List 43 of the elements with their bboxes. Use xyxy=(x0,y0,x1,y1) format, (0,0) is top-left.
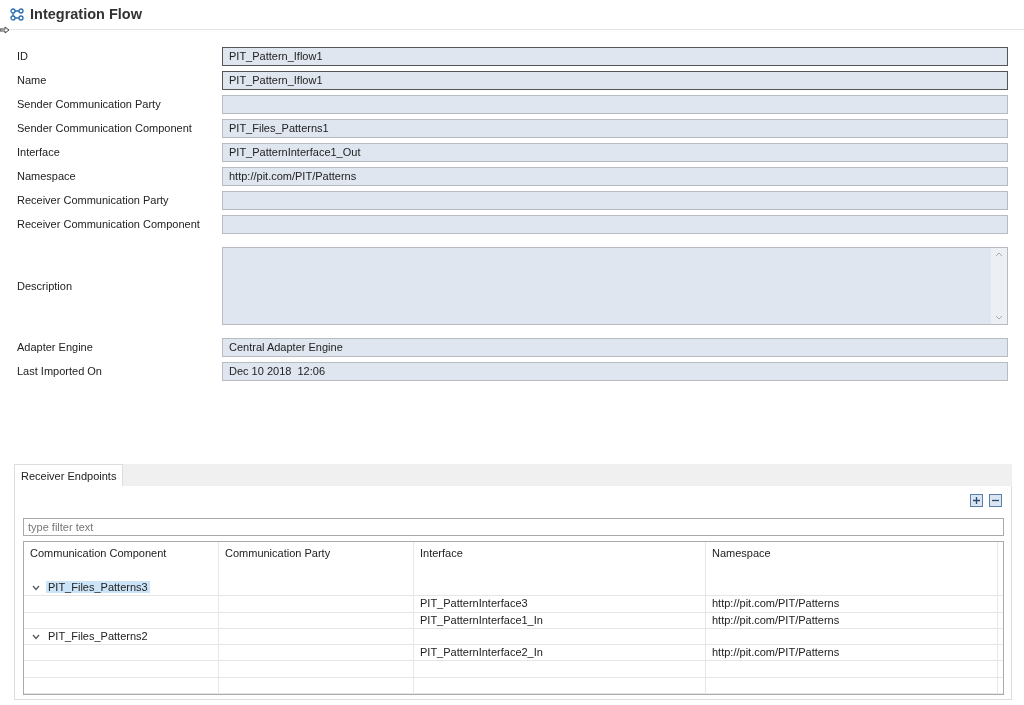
text-field[interactable]: http://pit.com/PIT/Patterns xyxy=(222,167,1008,186)
column-header[interactable]: Communication Component xyxy=(24,542,219,580)
text-field[interactable] xyxy=(222,95,1008,114)
text-field[interactable]: Dec 10 2018 12:06 xyxy=(222,362,1008,381)
table-cell: http://pit.com/PIT/Patterns xyxy=(712,597,840,610)
arrow-icon xyxy=(0,26,10,34)
column-header[interactable]: Communication Party xyxy=(219,542,414,580)
filter-field[interactable]: type filter text xyxy=(23,518,1004,536)
field-label: Name xyxy=(17,73,48,89)
table-cell: PIT_PatternInterface2_In xyxy=(420,646,543,659)
text-field[interactable]: PIT_PatternInterface1_Out xyxy=(222,143,1008,162)
collapse-all-icon[interactable] xyxy=(989,494,1002,507)
field-label: Receiver Communication Party xyxy=(17,193,170,209)
tree-item[interactable]: PIT_Files_Patterns3 xyxy=(46,581,150,593)
field-label: Sender Communication Component xyxy=(17,121,193,137)
field-label: Adapter Engine xyxy=(17,340,94,356)
scrollbar[interactable] xyxy=(991,248,1007,324)
tab[interactable]: Receiver Endpoints xyxy=(14,464,124,486)
tree-item[interactable]: PIT_Files_Patterns2 xyxy=(46,629,150,642)
field-label: Receiver Communication Component xyxy=(17,217,201,233)
field-label: Sender Communication Party xyxy=(17,97,162,113)
text-field[interactable]: Central Adapter Engine xyxy=(222,338,1008,357)
flow-icon xyxy=(10,8,24,21)
column-header[interactable]: Namespace xyxy=(706,542,998,580)
expand-all-icon[interactable] xyxy=(970,494,983,507)
table-cell: PIT_PatternInterface1_In xyxy=(420,613,543,626)
text-field[interactable] xyxy=(222,215,1008,234)
field-label: Last Imported On xyxy=(17,364,103,380)
text-field[interactable]: PIT_Pattern_Iflow1 xyxy=(222,47,1008,66)
editor-title: Integration Flow xyxy=(30,4,142,24)
field-label: ID xyxy=(17,49,29,65)
text-field[interactable]: PIT_Files_Patterns1 xyxy=(222,119,1008,138)
text-field[interactable]: PIT_Pattern_Iflow1 xyxy=(222,71,1008,90)
field-label: Interface xyxy=(17,145,61,161)
scroll-down-icon[interactable] xyxy=(995,315,1003,320)
field-label: Namespace xyxy=(17,169,77,185)
table-cell: PIT_PatternInterface3 xyxy=(420,597,528,610)
column-header[interactable]: Interface xyxy=(414,542,706,580)
table-cell: http://pit.com/PIT/Patterns xyxy=(712,613,840,626)
scroll-up-icon[interactable] xyxy=(995,252,1003,257)
table-cell: http://pit.com/PIT/Patterns xyxy=(712,646,840,659)
text-field[interactable] xyxy=(222,191,1008,210)
field-label: Description xyxy=(17,278,74,294)
